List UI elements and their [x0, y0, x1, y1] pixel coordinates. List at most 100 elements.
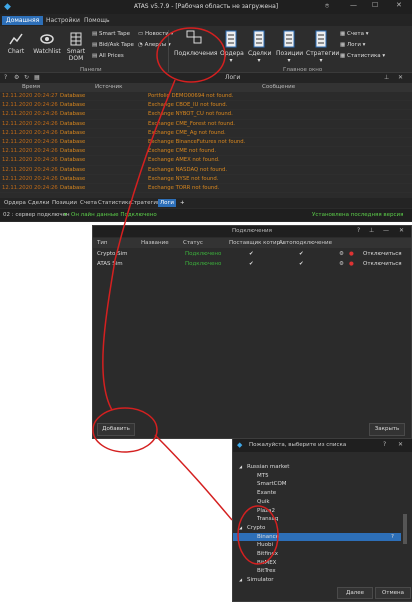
minimize-icon[interactable]: — [350, 1, 357, 9]
log-row[interactable]: 12.11.2020 20:24:27 Database Portfolio DEM… [0, 92, 412, 102]
add-connection-button[interactable]: Добавить [97, 423, 135, 436]
panel-close-icon[interactable]: ✕ [398, 74, 403, 81]
bidask-tape-label: Bid/Ask Tape [98, 42, 134, 48]
positions-label: Позиции [276, 50, 304, 57]
connections-button[interactable]: Подключения [174, 30, 218, 57]
log-row[interactable]: 12.11.2020 20:24:26 Database Exchange CBOE… [0, 101, 412, 111]
tab-help[interactable]: Помощь [80, 16, 114, 25]
conn-header-supplier[interactable]: Поставщик котир... [229, 240, 285, 246]
log-row[interactable]: 12.11.2020 20:24:26 Database Exchange NASD… [0, 166, 412, 175]
header-message[interactable]: Сообщение [262, 84, 295, 90]
logs-button[interactable]: ▦ Логи ▾ [340, 42, 365, 48]
log-row[interactable]: 12.11.2020 20:24:26 Database Exchange NYBO… [0, 110, 412, 120]
conn-close-icon[interactable]: ✕ [399, 227, 404, 234]
conn-header-type[interactable]: Тип [97, 240, 108, 246]
autoconnect-check-icon[interactable]: ✔ [299, 251, 304, 257]
log-row[interactable]: 12.11.2020 20:24:26 Database Exchange CME_… [0, 120, 412, 129]
expand-arrow-icon[interactable]: ◢ [239, 525, 242, 530]
bidask-tape-button[interactable]: ▤ Bid/Ask Tape [92, 42, 134, 48]
orders-icon [225, 30, 237, 48]
picker-item[interactable]: Plaza2 [233, 507, 401, 515]
accounts-button[interactable]: ▦ Счета ▾ [340, 31, 369, 37]
bottom-tab-logs[interactable]: Логи [158, 199, 176, 207]
connections-icon [186, 30, 202, 44]
bottom-tab-orders[interactable]: Ордера [2, 199, 28, 207]
all-prices-button[interactable]: ▤ All Prices [92, 53, 124, 59]
log-source: Database [60, 139, 86, 145]
log-time: 12.11.2020 20:24:26 [2, 129, 58, 136]
picker-item[interactable]: SmartCOM [233, 480, 401, 488]
smartdom-button[interactable]: Smart DOM [66, 32, 86, 62]
item-help-icon[interactable]: ? [391, 534, 394, 540]
log-row[interactable]: 12.11.2020 20:24:26 Database Exchange NYSE… [0, 175, 412, 185]
conn-minimize-icon[interactable]: — [383, 227, 389, 234]
tab-home[interactable]: Домашняя [2, 16, 44, 25]
conn-settings-icon[interactable]: ⚙ [339, 261, 344, 267]
expand-arrow-icon[interactable]: ◢ [239, 464, 242, 469]
picker-close-icon[interactable]: ✕ [398, 441, 403, 448]
conn-settings-icon[interactable]: ⚙ [339, 251, 344, 257]
help-icon[interactable]: ? [4, 74, 7, 81]
connection-row[interactable]: ATAS Sim Подключено ✔ ✔ ⚙ ● Отключиться [93, 260, 411, 269]
disconnect-button[interactable]: Отключиться [363, 261, 402, 267]
chart-button[interactable]: Chart [5, 32, 27, 55]
log-row[interactable]: 12.11.2020 20:24:26 Database Exchange Bina… [0, 138, 412, 148]
logs-label: Логи [346, 42, 361, 48]
camera-icon[interactable]: ⌾ [325, 2, 329, 11]
supplier-check-icon[interactable]: ✔ [249, 261, 254, 267]
pin-icon[interactable]: ⊥ [384, 74, 389, 81]
log-row[interactable]: 12.11.2020 20:24:26 Database Exchange TORR… [0, 184, 412, 194]
header-source[interactable]: Источник [95, 84, 122, 90]
bottom-tab-trades[interactable]: Сделки [26, 199, 51, 207]
close-icon[interactable]: ✕ [396, 1, 402, 9]
picker-scrollbar[interactable] [403, 514, 407, 544]
picker-group[interactable]: ◢ Simulator [233, 576, 401, 584]
picker-item[interactable]: Exante [233, 489, 401, 497]
status-chevron-icon[interactable]: ▾ [64, 212, 67, 218]
picker-item[interactable]: Quik [233, 498, 401, 506]
alerts-button[interactable]: ◔ Алерты ▾ [138, 42, 171, 48]
watchlist-button[interactable]: Watchlist [33, 32, 61, 55]
disconnect-button[interactable]: Отключиться [363, 251, 402, 257]
smart-tape-button[interactable]: ▤ Smart Tape [92, 31, 130, 37]
picker-item[interactable]: BitTrex [233, 567, 401, 575]
picker-group[interactable]: ◢ Crypto [233, 524, 401, 532]
picker-item[interactable]: Huobi [233, 541, 401, 549]
picker-item[interactable]: BitMEX [233, 559, 401, 567]
logs-panel-title: Логи [225, 74, 241, 81]
connection-row[interactable]: Crypto Sim Подключено ✔ ✔ ⚙ ● Отключитьс… [93, 250, 411, 259]
close-button[interactable]: Закрыть [369, 423, 405, 436]
next-button[interactable]: Далее [337, 587, 373, 599]
statistics-button[interactable]: ▦ Статистика ▾ [340, 53, 385, 59]
cancel-button[interactable]: Отмена [375, 587, 411, 599]
picker-item[interactable]: Bitfinex [233, 550, 401, 558]
add-tab-button[interactable]: + [178, 199, 187, 207]
picker-item[interactable]: Binance? [233, 532, 401, 541]
settings-icon[interactable]: ⚙ [14, 74, 19, 81]
picker-group[interactable]: ◢ Russian market [233, 463, 401, 471]
log-row[interactable]: 12.11.2020 20:24:26 Database Exchange CME … [0, 147, 412, 157]
log-row[interactable]: 12.11.2020 20:24:26 Database Exchange AMEX… [0, 156, 412, 166]
expand-arrow-icon[interactable]: ◢ [239, 577, 242, 582]
orders-button[interactable]: Ордера ▾ [220, 30, 244, 64]
picker-help-icon[interactable]: ? [383, 441, 386, 448]
conn-pin-icon[interactable]: ⊥ [369, 227, 374, 234]
positions-button[interactable]: Позиции ▾ [276, 30, 304, 64]
strategies-button[interactable]: Стратегии ▾ [306, 30, 339, 64]
supplier-check-icon[interactable]: ✔ [249, 251, 254, 257]
tab-settings[interactable]: Настройки [42, 16, 84, 25]
calendar-icon[interactable]: ▦ [34, 74, 40, 81]
log-row[interactable]: 12.11.2020 20:24:26 Database Exchange CME_… [0, 129, 412, 139]
maximize-icon[interactable]: ☐ [372, 1, 378, 9]
header-time[interactable]: Время [22, 84, 40, 90]
conn-help-icon[interactable]: ? [357, 227, 360, 234]
bottom-tab-positions[interactable]: Позиции [50, 199, 79, 207]
refresh-icon[interactable]: ↻ [24, 74, 29, 81]
trades-button[interactable]: Сделки ▾ [248, 30, 271, 64]
picker-item[interactable]: Transaq [233, 515, 401, 523]
picker-item[interactable]: MT5 [233, 472, 401, 480]
conn-header-status[interactable]: Статус [183, 240, 203, 246]
conn-header-name[interactable]: Название [141, 240, 169, 246]
conn-header-autoconnect[interactable]: Автоподключение [279, 240, 332, 246]
autoconnect-check-icon[interactable]: ✔ [299, 261, 304, 267]
